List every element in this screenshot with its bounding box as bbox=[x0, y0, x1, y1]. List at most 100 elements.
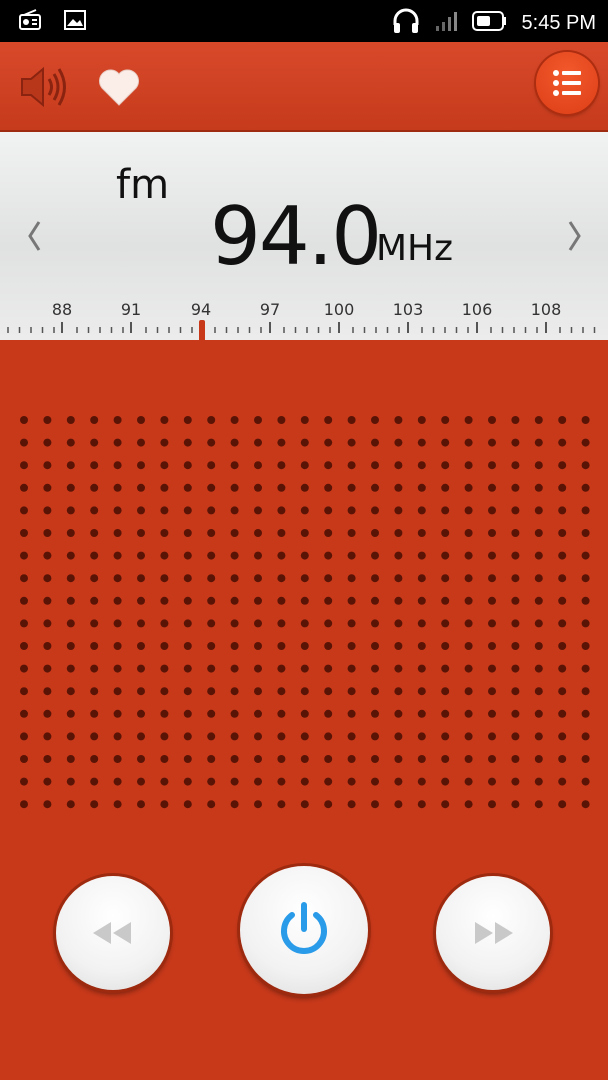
grille-hole bbox=[137, 461, 145, 470]
grille-hole bbox=[254, 664, 262, 673]
grille-hole bbox=[20, 416, 28, 424]
grille-hole bbox=[441, 506, 450, 515]
rewind-icon bbox=[93, 922, 131, 944]
grille-hole bbox=[254, 506, 262, 515]
tuning-needle[interactable] bbox=[199, 320, 205, 342]
grille-hole bbox=[160, 461, 169, 470]
grille-hole bbox=[488, 755, 496, 763]
grille-hole bbox=[43, 687, 52, 696]
grille-hole bbox=[394, 755, 403, 763]
power-button[interactable] bbox=[240, 866, 368, 994]
grille-hole bbox=[90, 755, 99, 763]
grille-hole bbox=[137, 551, 145, 560]
grille-hole bbox=[66, 732, 75, 741]
grille-hole bbox=[254, 642, 262, 650]
heart-icon[interactable] bbox=[96, 66, 142, 108]
grille-hole bbox=[511, 619, 520, 628]
grille-hole bbox=[137, 800, 145, 809]
grille-hole bbox=[277, 529, 286, 537]
grille-hole bbox=[254, 709, 262, 718]
grille-hole bbox=[160, 732, 169, 741]
status-time: 5:45 PM bbox=[521, 11, 596, 34]
grille-hole bbox=[300, 800, 309, 809]
grille-hole bbox=[581, 551, 590, 560]
grille-hole bbox=[488, 777, 496, 786]
grille-hole bbox=[488, 800, 496, 809]
frequency-scale[interactable]: 88 91 94 97 100 103 106 108 bbox=[0, 290, 608, 340]
grille-hole bbox=[534, 551, 543, 560]
grille-hole bbox=[20, 687, 28, 696]
grille-hole bbox=[534, 483, 543, 492]
grille-hole bbox=[160, 529, 169, 537]
grille-hole bbox=[230, 755, 239, 763]
grille-hole bbox=[90, 709, 99, 718]
grille-hole bbox=[207, 529, 216, 537]
signal-icon bbox=[434, 10, 458, 36]
grille-hole bbox=[113, 732, 122, 741]
grille-hole bbox=[43, 755, 52, 763]
grille-hole bbox=[160, 574, 169, 583]
grille-hole bbox=[254, 461, 262, 470]
grille-hole bbox=[300, 755, 309, 763]
grille-hole bbox=[137, 438, 145, 447]
grille-hole bbox=[511, 755, 520, 763]
grille-hole bbox=[347, 800, 356, 809]
grille-hole bbox=[581, 529, 590, 537]
grille-hole bbox=[137, 529, 145, 537]
grille-hole bbox=[324, 687, 333, 696]
grille-hole bbox=[558, 664, 567, 673]
grille-hole bbox=[394, 800, 403, 809]
grille-hole bbox=[324, 596, 333, 605]
grille-hole bbox=[347, 732, 356, 741]
grille-hole bbox=[534, 732, 543, 741]
band-label: fm bbox=[116, 162, 170, 208]
grille-hole bbox=[347, 574, 356, 583]
grille-hole bbox=[183, 709, 192, 718]
grille-hole bbox=[277, 483, 286, 492]
grille-hole bbox=[66, 551, 75, 560]
grille-hole bbox=[581, 709, 590, 718]
grille-hole bbox=[277, 755, 286, 763]
grille-hole bbox=[277, 506, 286, 515]
grille-hole bbox=[230, 664, 239, 673]
grille-hole bbox=[511, 438, 520, 447]
grille-hole bbox=[254, 619, 262, 628]
speaker-icon[interactable] bbox=[18, 64, 68, 110]
grille-hole bbox=[464, 574, 473, 583]
grille-hole bbox=[20, 506, 28, 515]
grille-hole bbox=[581, 777, 590, 786]
grille-hole bbox=[207, 755, 216, 763]
grille-hole bbox=[43, 574, 52, 583]
grille-hole bbox=[160, 619, 169, 628]
seek-back-button[interactable] bbox=[56, 876, 170, 990]
grille-hole bbox=[347, 709, 356, 718]
grille-hole bbox=[324, 574, 333, 583]
next-station-arrow-icon[interactable] bbox=[565, 218, 585, 263]
grille-hole bbox=[324, 664, 333, 673]
grille-hole bbox=[488, 596, 496, 605]
grille-hole bbox=[183, 551, 192, 560]
grille-hole bbox=[534, 438, 543, 447]
grille-hole bbox=[90, 574, 99, 583]
grille-hole bbox=[371, 506, 379, 515]
top-toolbar bbox=[0, 42, 608, 132]
previous-station-arrow-icon[interactable] bbox=[24, 218, 44, 263]
tuner-display: fm 94.0 MHz 88 91 94 97 100 103 106 108 bbox=[0, 132, 608, 342]
grille-hole bbox=[300, 664, 309, 673]
speaker-grille bbox=[0, 342, 608, 852]
grille-hole bbox=[137, 732, 145, 741]
seek-forward-button[interactable] bbox=[436, 876, 550, 990]
grille-hole bbox=[207, 551, 216, 560]
grille-hole bbox=[20, 664, 28, 673]
grille-hole bbox=[371, 755, 379, 763]
grille-hole bbox=[417, 642, 426, 650]
grille-hole bbox=[394, 438, 403, 447]
grille-hole bbox=[43, 732, 52, 741]
grille-hole bbox=[183, 755, 192, 763]
grille-hole bbox=[464, 687, 473, 696]
grille-hole bbox=[347, 551, 356, 560]
grille-hole bbox=[183, 732, 192, 741]
list-menu-icon[interactable] bbox=[536, 52, 598, 114]
grille-hole bbox=[371, 551, 379, 560]
grille-hole bbox=[300, 709, 309, 718]
